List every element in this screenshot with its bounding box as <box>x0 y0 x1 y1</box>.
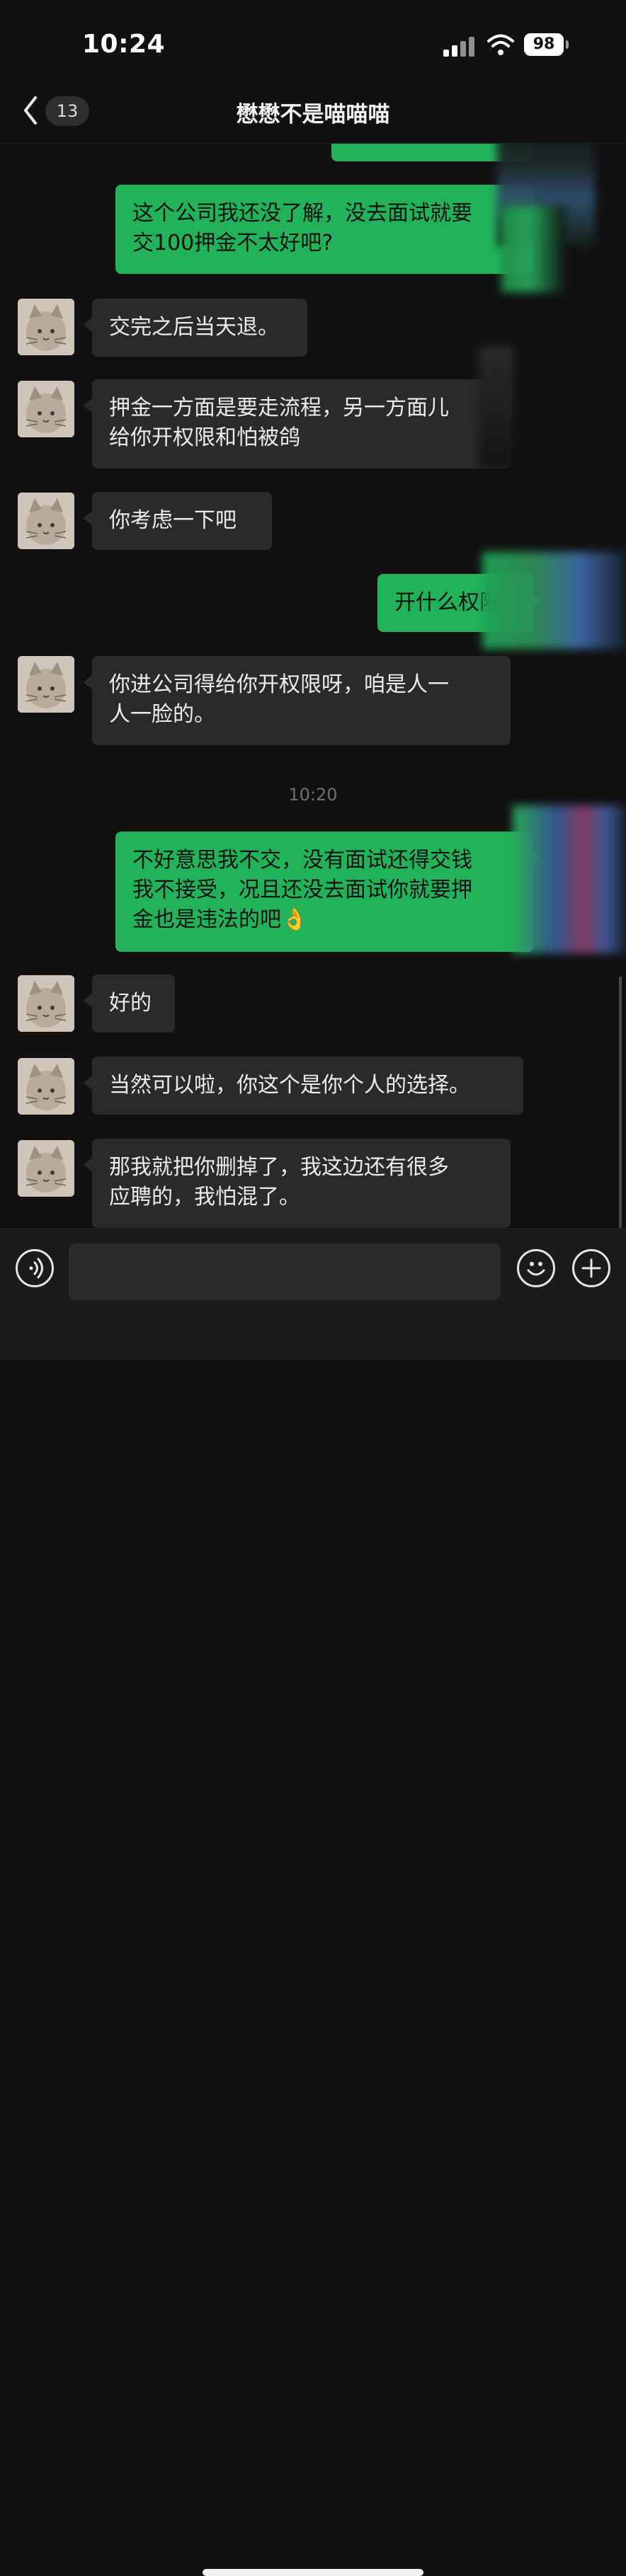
emoji-button[interactable] <box>517 1249 555 1287</box>
bubble-tail <box>84 318 92 332</box>
message-list[interactable]: 这个公司我还没了解，没去面试就要 交100押金不太好吧? 交完之后当天退。 押金… <box>0 144 626 1228</box>
battery-indicator: 98 <box>524 33 564 56</box>
bubble-tail <box>84 675 92 689</box>
voice-icon <box>29 1258 43 1279</box>
bubble-tail <box>84 398 92 413</box>
input-bar <box>0 1229 626 2576</box>
voice-button[interactable] <box>16 1249 54 1287</box>
status-bar: 10:24 98 <box>0 0 626 78</box>
censor-blur <box>501 206 565 292</box>
plus-button[interactable] <box>572 1249 610 1287</box>
cat-avatar-icon <box>18 975 74 1032</box>
cat-avatar-icon <box>18 381 74 437</box>
message-bubble-incoming: 你考虑一下吧 <box>92 492 272 550</box>
avatar[interactable] <box>18 975 74 1032</box>
censor-blur <box>513 805 626 953</box>
avatar[interactable] <box>18 299 74 355</box>
emoji-icon <box>527 1262 545 1276</box>
avatar[interactable] <box>18 381 74 437</box>
message-input[interactable] <box>69 1243 501 1300</box>
avatar[interactable] <box>18 1140 74 1197</box>
scrollbar[interactable] <box>619 977 622 1228</box>
wifi-icon <box>487 34 514 55</box>
message-bubble-incoming: 那我就把你删掉了，我这边还有很多 应聘的，我怕混了。 <box>92 1139 511 1228</box>
cat-avatar-icon <box>18 493 74 549</box>
censor-blur <box>482 552 626 649</box>
cat-avatar-icon <box>18 656 74 713</box>
message-bubble-incoming: 当然可以啦，你这个是你个人的选择。 <box>92 1057 523 1115</box>
censor-blur <box>479 346 514 468</box>
cat-avatar-icon <box>18 299 74 355</box>
bubble-tail <box>84 994 92 1008</box>
cat-avatar-icon <box>18 1140 74 1197</box>
battery-tip <box>566 40 569 49</box>
plus-icon <box>581 1258 601 1278</box>
message-bubble-incoming: 好的 <box>92 974 175 1033</box>
chat-title: 懋懋不是喵喵喵 <box>236 102 390 127</box>
bubble-tail <box>84 511 92 525</box>
chat-header: 13 懋懋不是喵喵喵 <box>0 78 626 144</box>
avatar[interactable] <box>18 493 74 549</box>
message-bubble-incoming: 你进公司得给你开权限呀，咱是人一 人一脸的。 <box>92 656 511 745</box>
signal-icon <box>443 35 474 57</box>
message-bubble-incoming: 交完之后当天退。 <box>92 299 307 357</box>
message-bubble-outgoing: 不好意思我不交，没有面试还得交钱 我不接受，况且还没去面试你就要押 金也是违法的… <box>115 832 533 952</box>
avatar[interactable] <box>18 656 74 713</box>
message-bubble-incoming: 押金一方面是要走流程，另一方面儿 给你开权限和怕被鸽 <box>92 379 511 468</box>
bubble-tail <box>84 1076 92 1090</box>
cat-avatar-icon <box>18 1058 74 1115</box>
message-bubble-outgoing: 这个公司我还没了解，没去面试就要 交100押金不太好吧? <box>115 185 533 274</box>
home-indicator <box>203 2569 423 2576</box>
avatar[interactable] <box>18 1058 74 1115</box>
status-time: 10:24 <box>82 30 166 59</box>
bubble-tail <box>84 1158 92 1172</box>
time-divider: 10:20 <box>288 785 338 805</box>
